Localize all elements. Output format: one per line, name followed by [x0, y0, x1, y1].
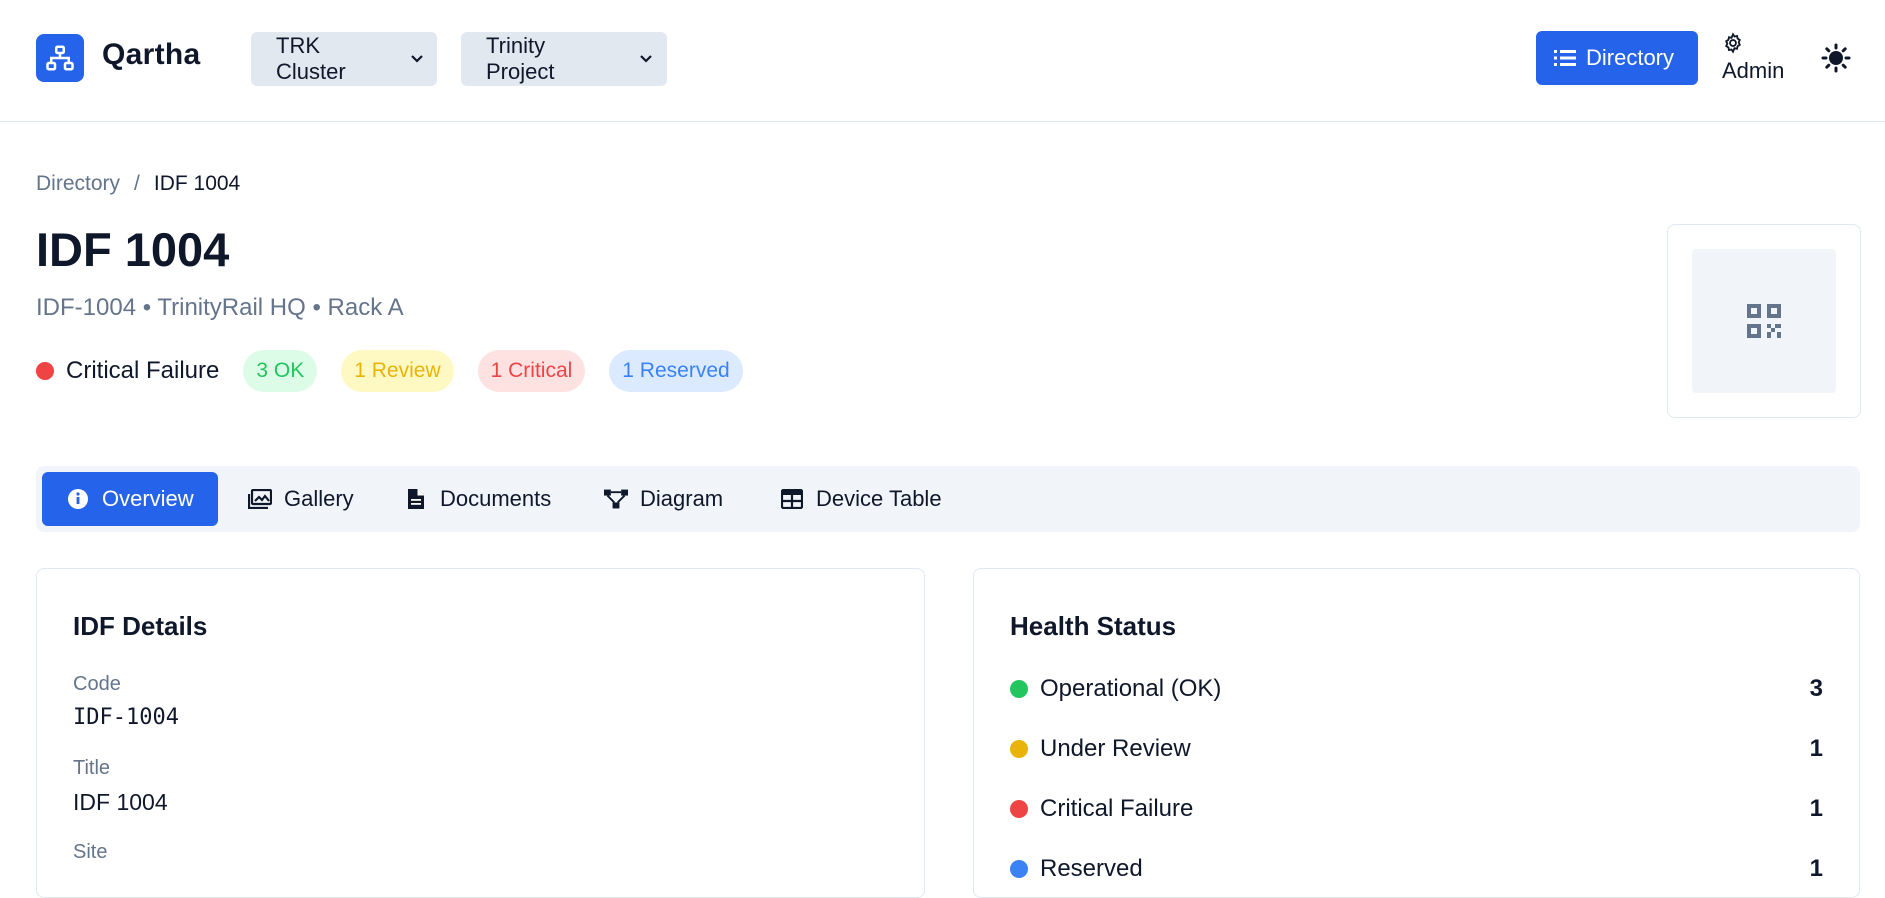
ok-count-badge: 3 OK: [243, 350, 318, 392]
health-row-operational: Operational (OK) 3: [1010, 674, 1823, 704]
breadcrumb-directory-link[interactable]: Directory: [36, 172, 120, 196]
project-select[interactable]: Trinity Project: [461, 32, 667, 86]
breadcrumb: Directory / IDF 1004: [36, 172, 240, 196]
reserved-count-badge: 1 Reserved: [609, 350, 743, 392]
status-text: Critical Failure: [66, 357, 220, 384]
project-select-value: Trinity Project: [486, 33, 555, 84]
tab-diagram-label: Diagram: [640, 486, 724, 511]
diagram-icon: [604, 487, 628, 511]
critical-dot: [1010, 800, 1028, 818]
tab-gallery[interactable]: Gallery: [248, 472, 354, 526]
idf-details-title: IDF Details: [73, 611, 208, 641]
review-dot: [1010, 740, 1028, 758]
document-icon: [404, 487, 428, 511]
page-title: IDF 1004: [36, 223, 230, 276]
qr-code-icon: [1747, 304, 1781, 338]
health-label: Critical Failure: [1040, 795, 1194, 822]
health-row-critical: Critical Failure 1: [1010, 794, 1823, 824]
title-value: IDF 1004: [73, 789, 168, 815]
tab-bar: Overview Gallery Documents Diagram Devic…: [36, 466, 1860, 532]
health-row-review: Under Review 1: [1010, 734, 1823, 764]
qr-code-placeholder: [1692, 249, 1836, 393]
health-label: Under Review: [1040, 735, 1191, 762]
health-row-reserved: Reserved 1: [1010, 854, 1823, 884]
tab-documents[interactable]: Documents: [404, 472, 551, 526]
table-icon: [780, 487, 804, 511]
network-logo-icon[interactable]: [36, 34, 84, 82]
directory-button[interactable]: Directory: [1536, 31, 1698, 85]
info-icon: [66, 487, 90, 511]
code-label: Code: [73, 673, 121, 695]
status-row: Critical Failure 3 OK 1 Review 1 Critica…: [36, 350, 767, 392]
breadcrumb-separator: /: [134, 172, 140, 195]
tab-diagram[interactable]: Diagram: [604, 472, 723, 526]
admin-label: Admin: [1722, 58, 1785, 83]
ok-dot: [1010, 680, 1028, 698]
reserved-dot: [1010, 860, 1028, 878]
sun-icon[interactable]: [1820, 42, 1852, 74]
health-count: 1: [1809, 795, 1823, 822]
code-value: IDF-1004: [73, 705, 179, 730]
qr-code-card[interactable]: [1667, 224, 1861, 418]
critical-count-badge: 1 Critical: [477, 350, 586, 392]
page-subtitle: IDF-1004 • TrinityRail HQ • Rack A: [36, 294, 404, 321]
title-label: Title: [73, 757, 111, 779]
app-name[interactable]: Qartha: [102, 38, 201, 72]
top-header: Qartha TRK Cluster Trinity Project Direc…: [0, 0, 1885, 122]
tab-documents-label: Documents: [440, 486, 552, 511]
admin-link[interactable]: Admin: [1722, 30, 1786, 86]
gear-icon: [1722, 32, 1744, 54]
health-label: Reserved: [1040, 855, 1143, 882]
tab-device-table-label: Device Table: [816, 486, 942, 511]
chevron-down-icon: [637, 50, 655, 68]
health-status-card: Health Status Operational (OK) 3 Under R…: [973, 568, 1860, 898]
health-count: 3: [1809, 675, 1823, 702]
chevron-down-icon: [408, 50, 425, 68]
status-dot: [36, 362, 54, 380]
idf-details-card: IDF Details Code IDF-1004 Title IDF 1004…: [36, 568, 925, 898]
review-count-badge: 1 Review: [341, 350, 454, 392]
tab-device-table[interactable]: Device Table: [780, 472, 942, 526]
cluster-select-value: TRK Cluster: [276, 33, 346, 84]
breadcrumb-current: IDF 1004: [153, 172, 241, 195]
tab-gallery-label: Gallery: [284, 486, 354, 511]
gallery-icon: [248, 487, 272, 511]
directory-button-label: Directory: [1586, 45, 1675, 70]
list-icon: [1554, 47, 1576, 69]
health-count: 1: [1809, 735, 1823, 762]
cluster-select[interactable]: TRK Cluster: [251, 32, 437, 86]
health-label: Operational (OK): [1040, 675, 1222, 702]
tab-overview-label: Overview: [102, 486, 194, 511]
tab-overview[interactable]: Overview: [42, 472, 218, 526]
health-status-title: Health Status: [1010, 611, 1177, 641]
site-label: Site: [73, 841, 108, 863]
health-count: 1: [1809, 855, 1823, 882]
